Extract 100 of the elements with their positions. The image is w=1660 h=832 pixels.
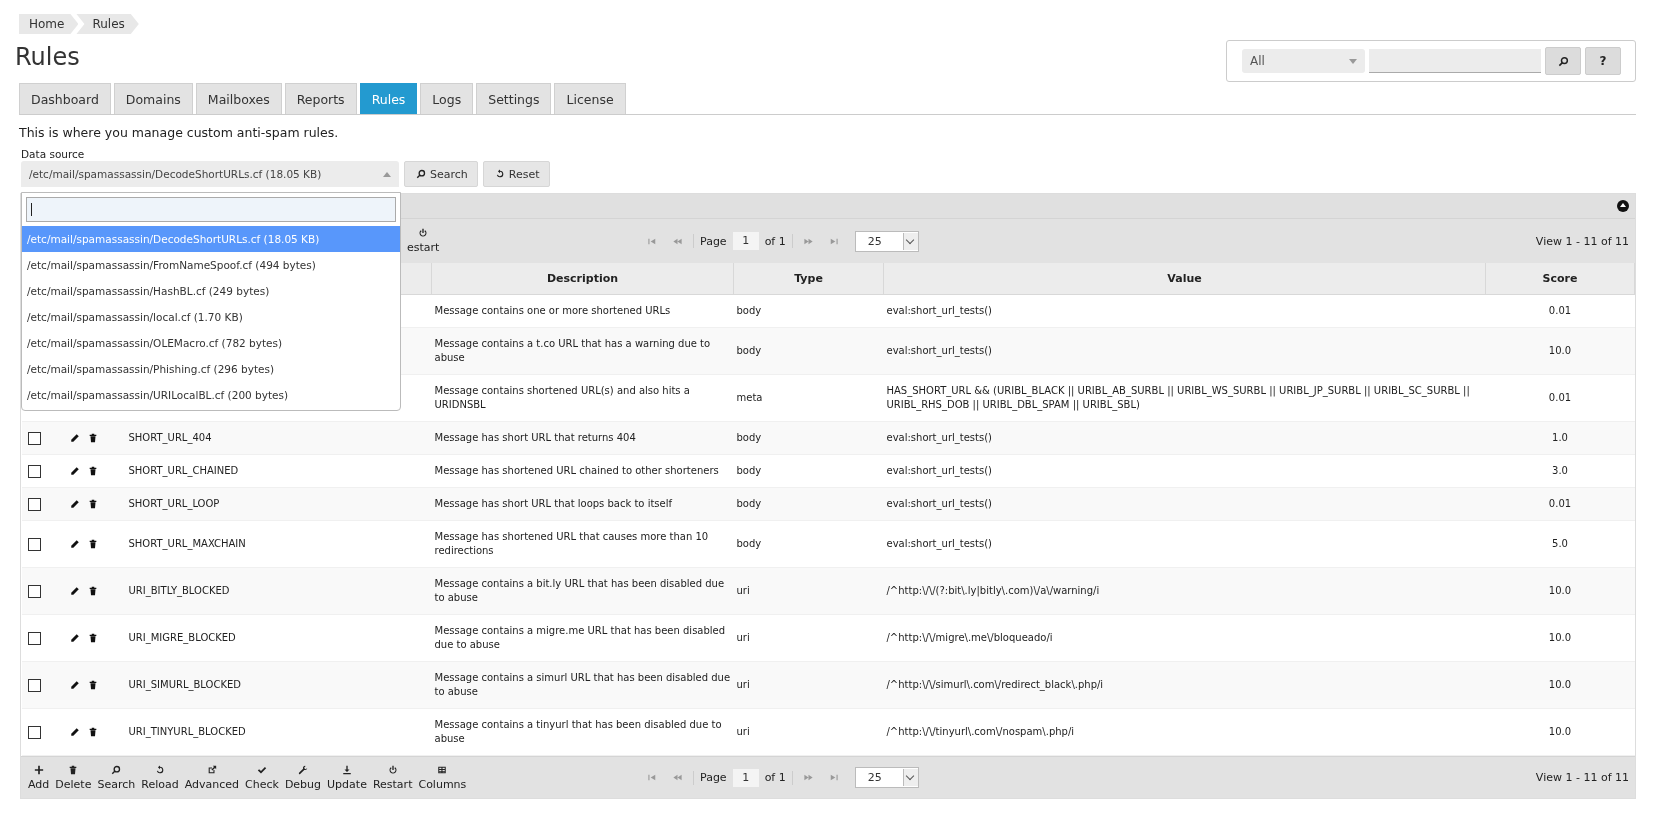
checkbox[interactable] bbox=[27, 431, 41, 445]
table-cell: URI_MIGRE_BLOCKED bbox=[125, 614, 432, 662]
page-field[interactable]: 1 bbox=[732, 232, 759, 250]
search-button[interactable] bbox=[1545, 47, 1581, 75]
dropdown-option[interactable]: /etc/mail/spamassassin/local.cf (1.70 KB) bbox=[22, 304, 400, 330]
toolbar-button[interactable]: Advanced bbox=[181, 764, 243, 791]
table-cell: Message has shortened URL chained to other shorteners bbox=[431, 454, 734, 488]
toolbar-button[interactable]: Reload bbox=[138, 764, 182, 791]
tab[interactable]: Settings bbox=[476, 83, 552, 114]
table-cell: meta bbox=[733, 374, 884, 422]
toolbar-button[interactable]: Restart bbox=[369, 764, 416, 791]
page-size-select[interactable]: 25 bbox=[854, 230, 919, 252]
table-cell: body bbox=[733, 487, 884, 521]
table-cell: 0.01 bbox=[1485, 487, 1635, 521]
dropdown-option[interactable]: /etc/mail/spamassassin/HashBL.cf (249 bytes) bbox=[22, 278, 400, 304]
page-field[interactable]: 1 bbox=[732, 768, 759, 787]
trash-icon[interactable] bbox=[87, 466, 98, 476]
tab[interactable]: Dashboard bbox=[19, 83, 111, 114]
search-field[interactable] bbox=[26, 197, 396, 222]
page-label: Page bbox=[700, 771, 727, 784]
table-cell: /^http:\/\/migre\.me\/bloqueado/i bbox=[883, 614, 1486, 662]
table-cell: Message has short URL that loops back to itself bbox=[431, 487, 734, 521]
dropdown-option[interactable]: /etc/mail/spamassassin/URILocalBL.cf (200 bytes) bbox=[22, 382, 400, 408]
checkbox[interactable] bbox=[27, 537, 41, 551]
search-field[interactable] bbox=[1369, 49, 1541, 73]
page-title: Rules bbox=[15, 42, 80, 72]
help-button[interactable]: ? bbox=[1585, 47, 1621, 75]
checkbox[interactable] bbox=[27, 678, 41, 692]
power-icon bbox=[418, 228, 429, 238]
table-icon bbox=[437, 764, 448, 775]
page-size-select[interactable]: 25 bbox=[854, 767, 919, 788]
dropdown-option[interactable]: /etc/mail/spamassassin/Phishing.cf (296 bytes) bbox=[22, 356, 400, 382]
toolbar-button[interactable]: Debug bbox=[281, 764, 325, 791]
table-cell: uri bbox=[733, 708, 884, 756]
table-cell: 10.0 bbox=[1485, 614, 1635, 662]
reset-button[interactable]: Reset bbox=[482, 161, 550, 187]
pencil-icon[interactable] bbox=[69, 633, 80, 643]
checkbox[interactable] bbox=[27, 464, 41, 478]
trash-icon[interactable] bbox=[87, 633, 98, 643]
pencil-icon[interactable] bbox=[69, 586, 80, 596]
dropdown-option[interactable]: /etc/mail/spamassassin/OLEMacro.cf (782 bytes) bbox=[22, 330, 400, 356]
toolbar-button[interactable]: Columns bbox=[415, 764, 470, 791]
search-icon bbox=[111, 764, 122, 775]
plus-icon bbox=[33, 764, 44, 775]
search-icon bbox=[416, 169, 426, 179]
table-cell: Message has shortened URL that causes more than 10 redirections bbox=[431, 520, 734, 568]
tab[interactable]: License bbox=[554, 83, 626, 114]
filter-select[interactable]: All bbox=[1242, 49, 1365, 73]
toolbar-button[interactable]: Check bbox=[242, 764, 282, 791]
toolbar-button[interactable]: Update bbox=[324, 764, 370, 791]
checkbox[interactable] bbox=[27, 497, 41, 511]
toolbar-button[interactable]: Search bbox=[94, 764, 139, 791]
breadcrumb-link[interactable]: Rules bbox=[76, 14, 139, 34]
trash-icon[interactable] bbox=[87, 680, 98, 690]
table-cell: body bbox=[733, 520, 884, 568]
search-icon bbox=[1557, 55, 1569, 67]
trash-icon[interactable] bbox=[87, 433, 98, 443]
data-source-select[interactable]: /etc/mail/spamassassin/DecodeShortURLs.cf (18.05 KB) bbox=[21, 161, 399, 187]
collapse-icon[interactable] bbox=[1617, 200, 1629, 212]
table-cell: Message contains shortened URL(s) and also hits a URIDNSBL bbox=[431, 374, 734, 422]
toolbar-button[interactable]: Delete bbox=[52, 764, 95, 791]
column-header[interactable]: Value bbox=[883, 263, 1486, 295]
checkbox[interactable] bbox=[27, 725, 41, 739]
pencil-icon[interactable] bbox=[69, 499, 80, 509]
tab[interactable]: Domains bbox=[113, 83, 193, 114]
trash-icon[interactable] bbox=[87, 539, 98, 549]
table-cell: eval:short_url_tests() bbox=[883, 294, 1486, 328]
trash-icon[interactable] bbox=[87, 499, 98, 509]
pencil-icon[interactable] bbox=[69, 539, 80, 549]
table-cell: Message contains a migre.me URL that has been disabled due to abuse bbox=[431, 614, 734, 662]
record-count: View 1 - 11 of 11 bbox=[1535, 771, 1629, 784]
checkmark-icon bbox=[256, 764, 267, 775]
column-header[interactable]: Type bbox=[733, 263, 884, 295]
column-header[interactable]: Description bbox=[431, 263, 734, 295]
tab[interactable]: Logs bbox=[420, 83, 474, 114]
dropdown-option[interactable]: /etc/mail/spamassassin/FromNameSpoof.cf (494 bytes) bbox=[22, 252, 400, 278]
record-count: View 1 - 11 of 11 bbox=[1535, 234, 1629, 248]
table-cell: 10.0 bbox=[1485, 661, 1635, 709]
table-cell: Message contains a tinyurl that has been disabled due to abuse bbox=[431, 708, 734, 756]
pencil-icon[interactable] bbox=[69, 727, 80, 737]
checkbox[interactable] bbox=[27, 631, 41, 645]
toolbar-button[interactable]: Add bbox=[25, 764, 53, 791]
tab[interactable]: Reports bbox=[284, 83, 357, 114]
toolbar-button[interactable]: estart bbox=[404, 228, 443, 254]
trash-icon[interactable] bbox=[87, 586, 98, 596]
column-header[interactable]: Score bbox=[1485, 263, 1635, 295]
pencil-icon[interactable] bbox=[69, 433, 80, 443]
pencil-icon[interactable] bbox=[69, 680, 80, 690]
table-cell: /^http:\/\/simurl\.com\/redirect_black\.php/i bbox=[883, 661, 1486, 709]
page-count: of 1 bbox=[764, 234, 786, 248]
pencil-icon[interactable] bbox=[69, 466, 80, 476]
breadcrumb-link[interactable]: Home bbox=[19, 14, 79, 34]
table-cell: 0.01 bbox=[1485, 294, 1635, 328]
trash-icon[interactable] bbox=[87, 727, 98, 737]
search-button[interactable]: Search bbox=[404, 161, 478, 187]
tab[interactable]: Mailboxes bbox=[195, 83, 282, 114]
checkbox[interactable] bbox=[27, 584, 41, 598]
table-cell: body bbox=[733, 421, 884, 455]
table-cell: body bbox=[733, 327, 884, 375]
table-cell: 10.0 bbox=[1485, 708, 1635, 756]
